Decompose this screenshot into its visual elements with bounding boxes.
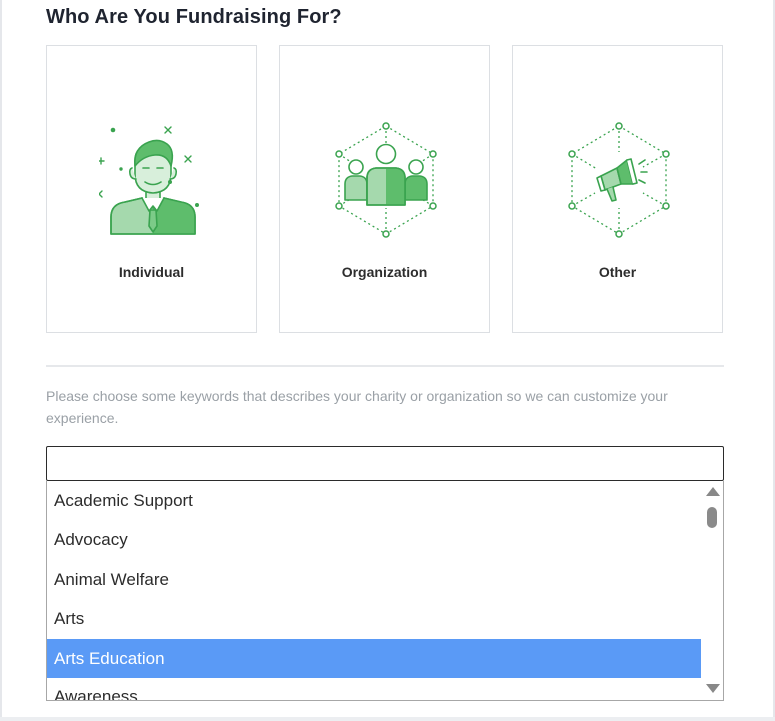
frame-bottom-edge bbox=[0, 717, 775, 721]
keyword-option-awareness[interactable]: Awareness bbox=[47, 678, 702, 700]
section-divider bbox=[46, 365, 724, 367]
dropdown-scrollbar[interactable] bbox=[701, 481, 723, 700]
keywords-helper-text: Please choose some keywords that describ… bbox=[46, 388, 668, 426]
card-other-label: Other bbox=[598, 264, 637, 280]
keyword-option-arts[interactable]: Arts bbox=[47, 599, 702, 638]
card-organization-label: Organization bbox=[341, 264, 428, 280]
keyword-option-animal-welfare[interactable]: Animal Welfare bbox=[47, 560, 702, 599]
card-organization[interactable]: Organization bbox=[279, 45, 490, 333]
card-individual[interactable]: Individual bbox=[46, 45, 257, 333]
scroll-thumb[interactable] bbox=[707, 507, 717, 528]
keyword-option-academic-support[interactable]: Academic Support bbox=[47, 481, 702, 520]
megaphone-network-icon bbox=[568, 122, 670, 238]
scroll-up-arrow-icon[interactable] bbox=[706, 487, 720, 496]
person-icon bbox=[99, 126, 199, 235]
scroll-down-arrow-icon[interactable] bbox=[706, 684, 720, 693]
keyword-option-arts-education[interactable]: Arts Education bbox=[47, 638, 702, 678]
card-other[interactable]: Other bbox=[512, 45, 723, 333]
card-individual-label: Individual bbox=[118, 264, 185, 280]
keyword-search-input[interactable] bbox=[46, 446, 724, 481]
frame-left-edge bbox=[0, 0, 2, 721]
keyword-option-advocacy[interactable]: Advocacy bbox=[47, 520, 702, 559]
keyword-dropdown-list[interactable]: Academic Support Advocacy Animal Welfare… bbox=[46, 481, 724, 701]
keyword-options: Academic Support Advocacy Animal Welfare… bbox=[47, 481, 702, 700]
group-network-icon bbox=[335, 122, 437, 238]
page-title: Who Are You Fundraising For? bbox=[46, 6, 342, 28]
